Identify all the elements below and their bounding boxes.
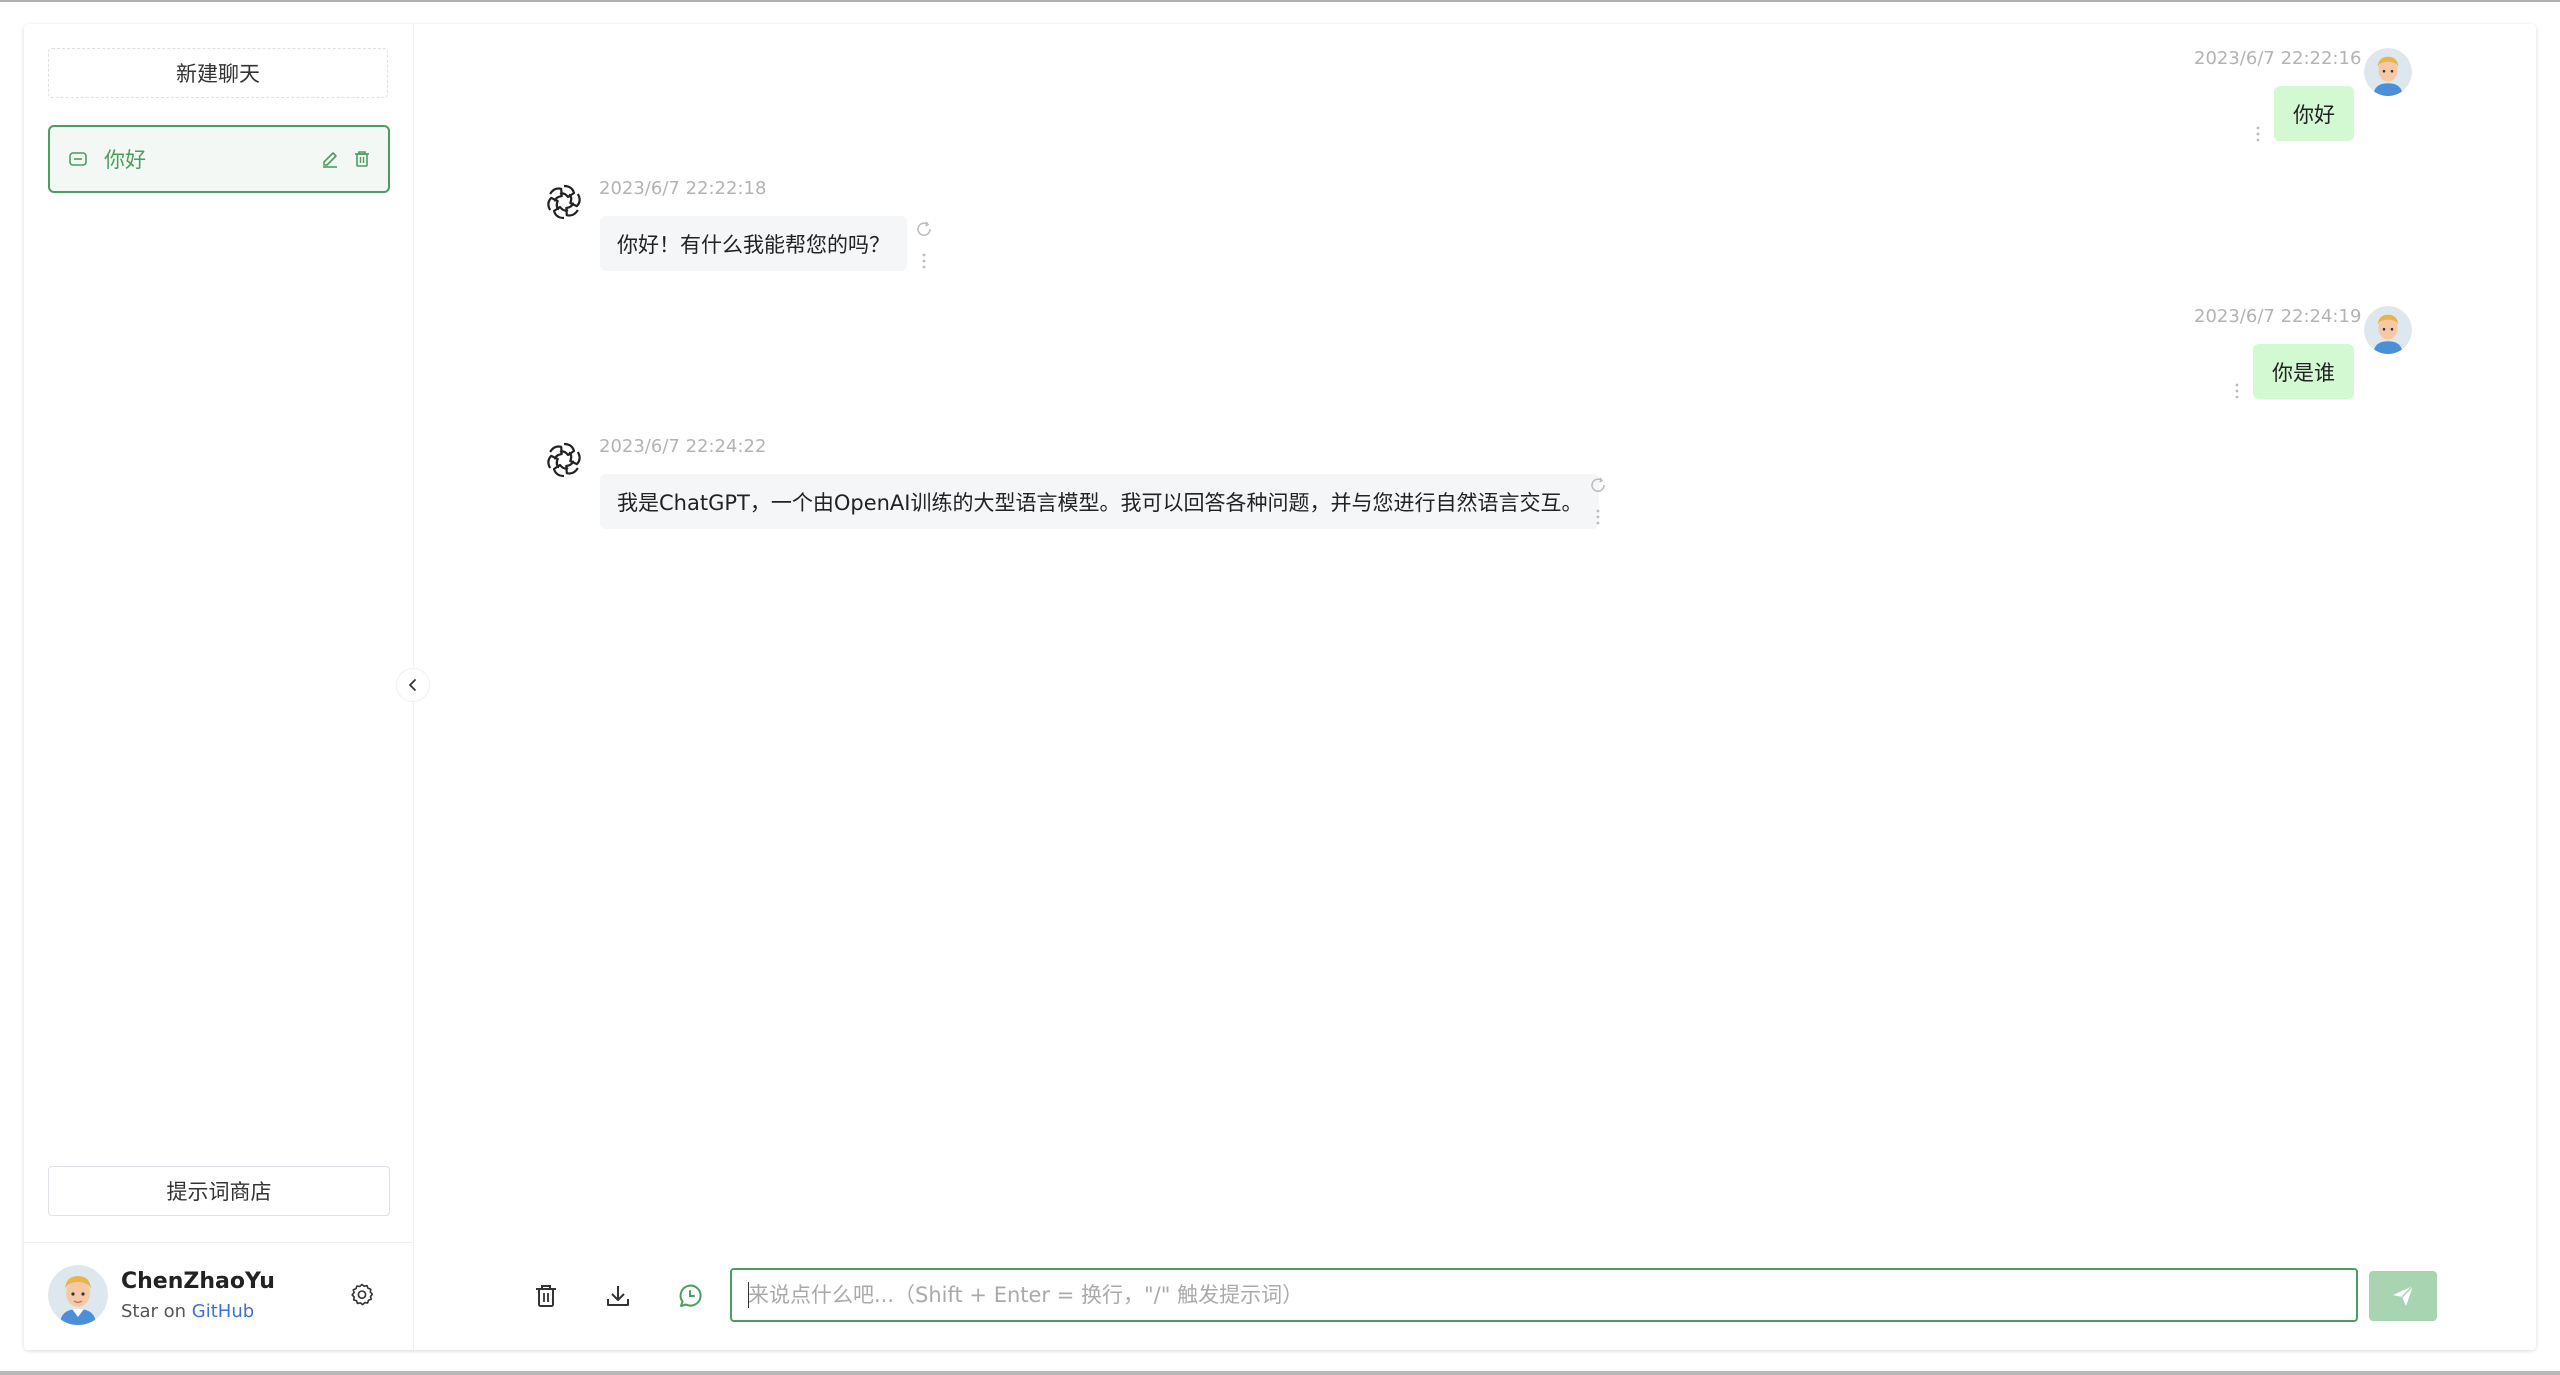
message-input[interactable] [732,1270,2356,1320]
user-description: Star on GitHub [121,1301,254,1322]
message-input-box[interactable] [730,1268,2358,1322]
new-chat-button[interactable]: 新建聊天 [48,48,388,98]
context-toggle-button[interactable] [670,1276,710,1316]
chat-app: 新建聊天 你好 提示词商店 ChenZhaoYu Star on GitHub … [24,24,2536,1350]
window-top-border [0,0,2560,2]
chevron-left-icon [409,679,416,691]
text-caret [748,1282,749,1308]
prompt-store-button[interactable]: 提示词商店 [48,1166,390,1216]
send-button[interactable] [2369,1271,2437,1321]
history-item[interactable]: 你好 [48,125,390,193]
edit-icon[interactable] [318,147,342,171]
refresh-icon[interactable] [1589,476,1607,494]
gear-icon [351,1283,374,1306]
trash-icon[interactable] [350,147,374,171]
avatar[interactable] [48,1265,108,1325]
settings-button[interactable] [346,1279,378,1311]
window-bottom-border [0,1371,2560,1375]
more-vertical-icon[interactable] [920,251,928,271]
download-button[interactable] [598,1276,638,1316]
more-vertical-icon[interactable] [2233,381,2241,401]
github-link[interactable]: GitHub [192,1301,254,1322]
message-time: 2023/6/7 22:24:22 [599,436,767,457]
user-message-bubble: 你好 [2274,86,2354,141]
send-icon [2393,1285,2414,1306]
openai-logo-icon [547,442,581,478]
openai-logo-icon [547,184,581,220]
clear-chat-button[interactable] [526,1276,566,1316]
assistant-message-bubble: 我是ChatGPT，一个由OpenAI训练的大型语言模型。我可以回答各种问题，并… [600,474,1600,529]
avatar [2364,48,2412,96]
history-item-title: 你好 [104,148,146,172]
message-time: 2023/6/7 22:24:19 [2194,306,2362,327]
whatsapp-context-icon [679,1284,702,1307]
user-desc-text: Star on [121,1301,187,1322]
chat-bubble-icon [68,149,88,169]
collapse-sidebar-button[interactable] [396,668,430,702]
trash-icon [536,1285,556,1307]
user-info: ChenZhaoYu Star on GitHub [24,1242,413,1350]
more-vertical-icon[interactable] [2254,124,2262,144]
avatar [2364,306,2412,354]
user-name: ChenZhaoYu [121,1269,275,1294]
user-message-bubble: 你是谁 [2253,344,2354,399]
refresh-icon[interactable] [915,220,933,238]
message-time: 2023/6/7 22:22:18 [599,178,767,199]
message-time: 2023/6/7 22:22:16 [2194,48,2362,69]
download-icon [607,1286,629,1306]
assistant-message-bubble: 你好！有什么我能帮您的吗？ [600,216,907,271]
more-vertical-icon[interactable] [1594,507,1602,527]
sidebar: 新建聊天 你好 提示词商店 ChenZhaoYu Star on GitHub [24,24,414,1350]
